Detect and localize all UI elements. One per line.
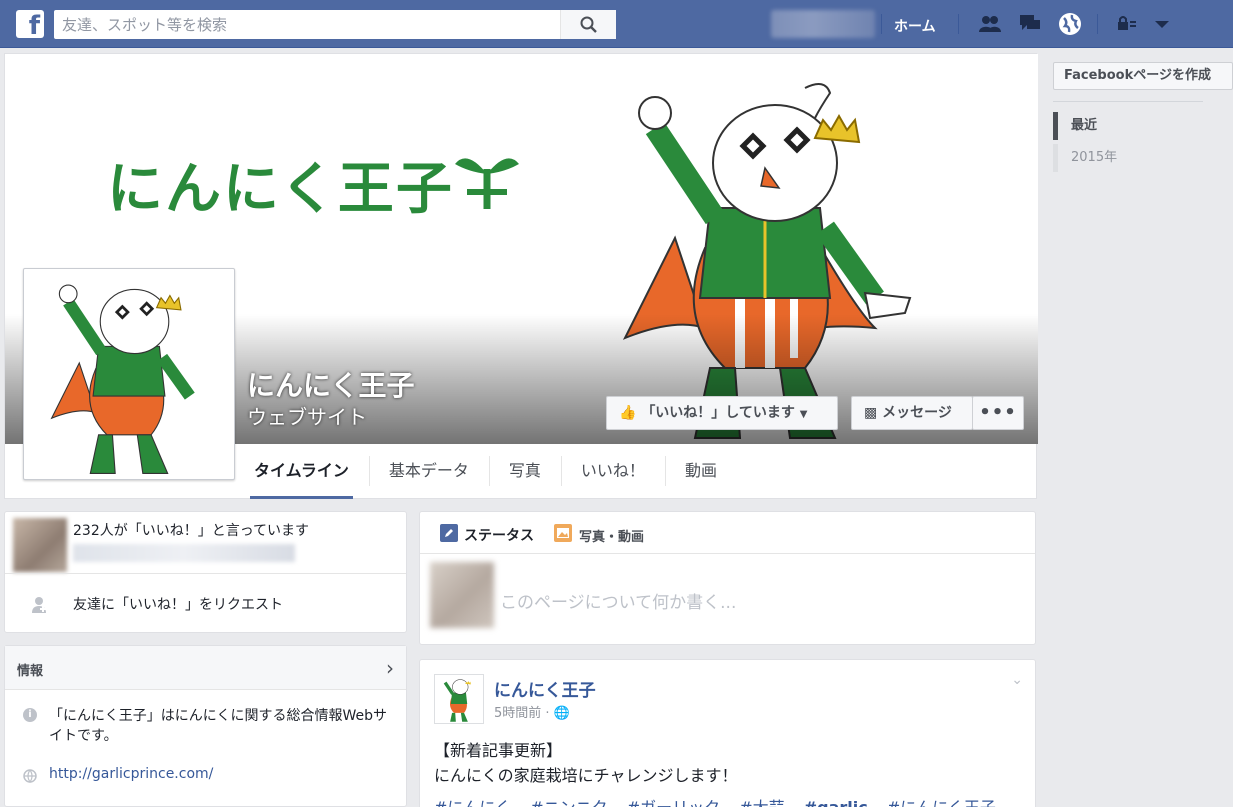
post-author-name[interactable]: にんにく王子: [494, 676, 596, 701]
cover-logo-text: にんにく王子: [107, 157, 454, 222]
search-box: [54, 10, 616, 39]
friend-requests-icon[interactable]: [978, 12, 1002, 36]
liked-button[interactable]: 👍 「いいね！」しています ▼: [606, 396, 838, 430]
hashtag-link[interactable]: #ニンニク: [530, 798, 607, 807]
hashtag-link[interactable]: #にんにく王子: [887, 798, 996, 807]
tab-videos[interactable]: 動画: [664, 444, 737, 499]
post-text: 【新着記事更新】 にんにくの家庭栽培にチャレンジします！: [434, 738, 738, 788]
privacy-shortcuts-icon[interactable]: [1116, 12, 1140, 36]
composer-status-tab[interactable]: ステータス: [464, 525, 534, 545]
sprout-icon: [455, 158, 519, 209]
friend-avatar[interactable]: [13, 518, 67, 572]
notifications-globe-icon[interactable]: [1058, 12, 1082, 36]
post-hashtags: #にんにく #ニンニク #ガーリック #大蒜 #garlic #にんにく王子: [434, 794, 1010, 807]
page-description: 「にんにく王子」はにんにくに関する総合情報Webサイトです。: [49, 708, 387, 744]
pencil-icon: [440, 524, 458, 542]
profile-link[interactable]: [771, 10, 875, 38]
post-timestamp[interactable]: 5時間前 · 🌐: [494, 702, 570, 721]
thumbs-up-icon: 👍: [619, 405, 637, 421]
messages-icon[interactable]: [1018, 12, 1042, 36]
hashtag-link[interactable]: #大蒜: [739, 798, 784, 807]
composer-input[interactable]: このページについて何か書く...: [500, 588, 736, 613]
hashtag-link[interactable]: #ガーリック: [627, 798, 720, 807]
divider: [958, 14, 959, 34]
page-tabs: タイムライン 基本データ 写真 いいね！ 動画: [250, 444, 737, 499]
website-link[interactable]: http://garlicprince.com/: [49, 766, 213, 782]
tab-photos[interactable]: 写真: [488, 444, 561, 499]
divider: [5, 573, 406, 574]
search-icon: [580, 16, 597, 33]
composer-avatar: [430, 562, 494, 628]
divider: [881, 14, 882, 34]
top-navigation-bar: f ホーム: [0, 0, 1233, 48]
more-options-button[interactable]: •••: [972, 396, 1024, 430]
post-options-chevron-down-icon[interactable]: ⌄: [1011, 672, 1023, 688]
globe-icon: [23, 769, 37, 783]
message-icon: ▩: [864, 405, 878, 421]
likes-card: 232人が「いいね！」と言っています 友達に「いいね！」をリクエスト: [4, 511, 407, 633]
invite-friends-link[interactable]: 友達に「いいね！」をリクエスト: [73, 594, 283, 614]
divider: [1097, 14, 1098, 34]
account-menu-chevron-down-icon[interactable]: [1150, 12, 1174, 36]
divider: [1053, 101, 1203, 102]
post-author-avatar[interactable]: [434, 674, 484, 724]
hashtag-link[interactable]: #garlic: [804, 798, 868, 807]
add-friend-icon: [32, 597, 46, 613]
timeline-nav-2015[interactable]: 2015年: [1053, 144, 1117, 172]
garlic-prince-avatar-illustration: [50, 284, 195, 475]
post-composer: ステータス 写真・動画 このページについて何か書く...: [419, 511, 1036, 645]
search-button[interactable]: [560, 10, 616, 39]
timeline-nav-recent[interactable]: 最近: [1053, 112, 1097, 140]
composer-photo-video-tab[interactable]: 写真・動画: [579, 526, 644, 545]
tab-about[interactable]: 基本データ: [368, 444, 489, 499]
liked-button-label: 「いいね！」しています: [641, 405, 795, 421]
post-text-line: 【新着記事更新】: [434, 741, 563, 760]
post-text-line: にんにくの家庭栽培にチャレンジします！: [434, 766, 738, 785]
photo-icon: [554, 524, 572, 542]
timeline-post: にんにく王子 5時間前 · 🌐 ⌄ 【新着記事更新】 にんにくの家庭栽培にチャレ…: [419, 659, 1036, 807]
search-input[interactable]: [54, 10, 559, 39]
about-card: 情報 › i 「にんにく王子」はにんにくに関する総合情報Webサイトです。 ht…: [4, 645, 407, 807]
message-button[interactable]: ▩ メッセージ: [851, 396, 973, 430]
hashtag-link[interactable]: #にんにく: [434, 798, 511, 807]
chevron-right-icon: ›: [386, 656, 394, 680]
page-title[interactable]: にんにく王子: [247, 364, 414, 404]
info-icon: i: [23, 708, 37, 722]
message-button-label: メッセージ: [882, 405, 952, 421]
facebook-logo-icon[interactable]: f: [16, 10, 44, 38]
likes-count[interactable]: 232人が「いいね！」と言っています: [73, 520, 309, 540]
composer-tabs: ステータス 写真・動画: [420, 512, 1035, 554]
page-category[interactable]: ウェブサイト: [247, 401, 367, 430]
about-card-header[interactable]: 情報 ›: [5, 646, 406, 690]
create-page-button[interactable]: Facebookページを作成: [1053, 62, 1233, 90]
profile-picture[interactable]: [23, 268, 235, 480]
page-header-card: にんにく王子 にんにく王子 ウェブサイト 👍 「いいね！」しています ▼ ▩ メ…: [4, 53, 1038, 499]
post-timestamp-text: 5時間前 ·: [494, 706, 550, 721]
tab-likes[interactable]: いいね！: [560, 444, 665, 499]
friends-who-like[interactable]: [73, 544, 295, 562]
garlic-prince-avatar-illustration: [443, 679, 471, 722]
home-link[interactable]: ホーム: [894, 16, 936, 36]
tab-timeline[interactable]: タイムライン: [250, 444, 353, 499]
caret-down-icon: ▼: [799, 409, 808, 420]
about-card-title: 情報: [17, 664, 44, 679]
public-globe-icon: 🌐: [553, 706, 570, 721]
